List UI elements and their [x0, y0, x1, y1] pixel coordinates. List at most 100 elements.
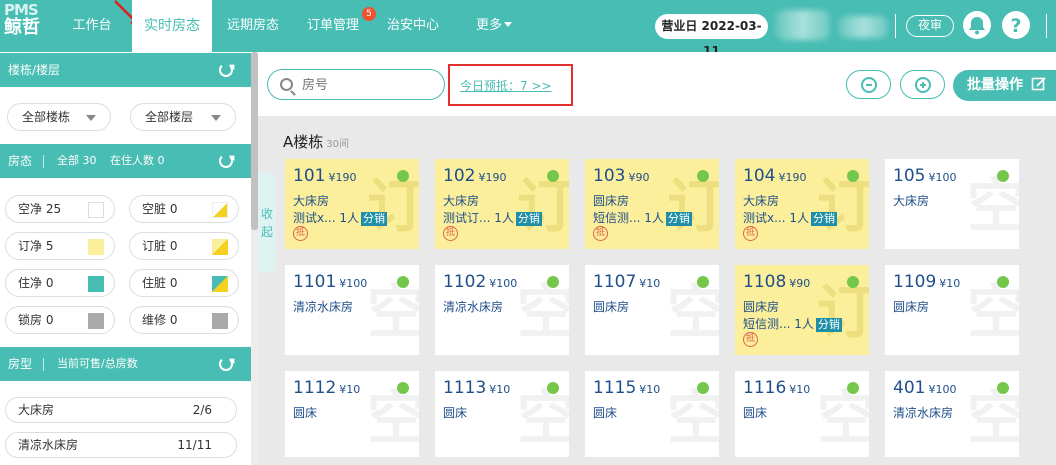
room-price: ¥10	[789, 383, 811, 396]
room-number: 104 ¥190	[743, 166, 807, 186]
room-number: 101 ¥190	[293, 166, 357, 186]
room-type: 圆床房	[743, 300, 780, 314]
zoom-out-icon	[861, 77, 877, 93]
arrival-badge: 抵	[443, 226, 458, 241]
zoom-in-button[interactable]	[900, 70, 945, 99]
arrival-badge: 抵	[593, 226, 608, 241]
status-watermark: 订	[816, 172, 869, 240]
room-type: 大床房	[743, 194, 780, 208]
status-occupied-dirty[interactable]: 住脏 0	[129, 269, 239, 297]
nav-more[interactable]: 更多	[462, 0, 526, 52]
status-watermark: 空	[966, 278, 1019, 346]
room-type: 大床房	[293, 194, 330, 208]
room-type: 圆床	[593, 406, 618, 420]
roomtype-item[interactable]: 清凉水床房 11/11	[5, 432, 237, 458]
status-reserved-dirty[interactable]: 订脏 0	[129, 232, 239, 260]
room-card[interactable]: 空 1112 ¥10 圆床	[285, 371, 419, 461]
refresh-icon[interactable]	[219, 357, 233, 371]
floor-select[interactable]: 全部楼层	[130, 103, 236, 131]
room-card[interactable]: 订 104 ¥190 大床房 测试x... 1人 分销抵	[735, 159, 869, 249]
guest-info: 短信测... 1人 分销	[743, 317, 842, 332]
room-price: ¥190	[328, 171, 357, 184]
room-card[interactable]: 空 1101 ¥100 清凉水床房	[285, 265, 419, 355]
room-price: ¥190	[778, 171, 807, 184]
status-locked[interactable]: 锁房 0	[5, 306, 115, 334]
room-card[interactable]: 空 1102 ¥100 清凉水床房	[435, 265, 569, 355]
room-status-header: 房态 全部 30 在住人数 0	[0, 144, 251, 178]
help-icon[interactable]: ?	[1002, 11, 1030, 39]
nav-security-center[interactable]: 治安中心	[380, 0, 446, 52]
room-card[interactable]: 订 101 ¥190 大床房 测试x... 1人 分销抵	[285, 159, 419, 249]
distribution-tag: 分销	[515, 212, 542, 226]
room-type: 清凉水床房	[443, 300, 504, 314]
room-card[interactable]: 订 1108 ¥90 圆床房 短信测... 1人 分销抵	[735, 265, 869, 355]
status-vacant-clean[interactable]: 空净 25	[5, 195, 115, 223]
status-vacant-dirty[interactable]: 空脏 0	[129, 195, 239, 223]
room-number: 1115 ¥10	[593, 378, 661, 398]
building-floor-header: 楼栋/楼层	[0, 53, 251, 87]
guest-info: 短信测... 1人 分销	[593, 211, 692, 226]
room-price: ¥100	[928, 171, 957, 184]
edit-icon	[1031, 77, 1046, 91]
bell-icon[interactable]	[963, 11, 991, 39]
building-select[interactable]: 全部楼栋	[7, 103, 111, 131]
room-search[interactable]	[267, 69, 445, 100]
status-maintenance[interactable]: 维修 0	[129, 306, 239, 334]
room-card[interactable]: 空 1109 ¥10 圆床房	[885, 265, 1019, 355]
room-type: 清凉水床房	[893, 406, 954, 420]
svg-text:?: ?	[1010, 15, 1021, 37]
room-price: ¥90	[789, 277, 811, 290]
room-number: 1108 ¥90	[743, 272, 811, 292]
business-day: 营业日 2022-03-11	[655, 14, 768, 58]
status-reserved-clean[interactable]: 订净 5	[5, 232, 115, 260]
room-price: ¥10	[639, 277, 661, 290]
room-card[interactable]: 空 105 ¥100 大床房	[885, 159, 1019, 249]
roomtype-item[interactable]: 大床房 2/6	[5, 397, 237, 423]
room-price: ¥190	[478, 171, 507, 184]
clean-smile-icon	[997, 170, 1009, 182]
nav-future-room-status[interactable]: 远期房态	[220, 0, 286, 52]
chevron-down-icon	[86, 115, 96, 121]
room-price: ¥10	[339, 383, 361, 396]
night-audit-button[interactable]: 夜审	[906, 15, 954, 37]
nav-order-management[interactable]: 订单管理 5	[300, 0, 376, 52]
sidebar-scroll-thumb[interactable]	[251, 52, 258, 230]
room-search-input[interactable]	[302, 76, 432, 94]
room-price: ¥100	[928, 383, 957, 396]
room-card[interactable]: 空 1113 ¥10 圆床	[435, 371, 569, 461]
today-arrival-link[interactable]: 今日预抵：7 >>	[448, 64, 573, 106]
refresh-icon[interactable]	[219, 154, 233, 168]
room-type: 清凉水床房	[293, 300, 354, 314]
batch-operation-button[interactable]: 批量操作	[953, 70, 1056, 101]
nav-realtime-room-status[interactable]: 实时房态	[132, 0, 212, 52]
room-number: 1101 ¥100	[293, 272, 368, 292]
room-type: 圆床房	[893, 300, 930, 314]
room-price: ¥100	[489, 277, 518, 290]
distribution-tag: 分销	[361, 212, 387, 226]
arrival-badge: 抵	[743, 226, 758, 241]
room-card[interactable]: 空 1116 ¥10 圆床	[735, 371, 869, 461]
guest-info: 测试x... 1人 分销	[293, 211, 387, 226]
room-card[interactable]: 订 102 ¥190 大床房 测试订... 1人 分销抵	[435, 159, 569, 249]
room-number: 1112 ¥10	[293, 378, 361, 398]
status-watermark: 空	[366, 384, 419, 452]
room-number: 103 ¥90	[593, 166, 650, 186]
zoom-out-button[interactable]	[846, 70, 891, 99]
status-occupied-clean[interactable]: 住净 0	[5, 269, 115, 297]
room-price: ¥10	[489, 383, 511, 396]
room-type-header: 房型 当前可售/总房数	[0, 347, 251, 381]
room-type: 圆床	[743, 406, 768, 420]
room-card[interactable]: 订 103 ¥90 圆床房 短信测... 1人 分销抵	[585, 159, 719, 249]
status-all[interactable]: 全部 30	[57, 144, 97, 178]
collapse-sidebar-button[interactable]: 收起	[258, 172, 276, 272]
room-type: 圆床	[293, 406, 318, 420]
zoom-in-icon	[915, 77, 931, 93]
refresh-icon[interactable]	[219, 63, 233, 77]
room-number: 1113 ¥10	[443, 378, 511, 398]
room-card[interactable]: 空 401 ¥100 清凉水床房	[885, 371, 1019, 461]
room-card[interactable]: 空 1107 ¥10 圆床房	[585, 265, 719, 355]
clean-smile-icon	[997, 382, 1009, 394]
room-type: 大床房	[443, 194, 480, 208]
nav-workbench[interactable]: 工作台	[62, 0, 122, 52]
room-card[interactable]: 空 1115 ¥10 圆床	[585, 371, 719, 461]
